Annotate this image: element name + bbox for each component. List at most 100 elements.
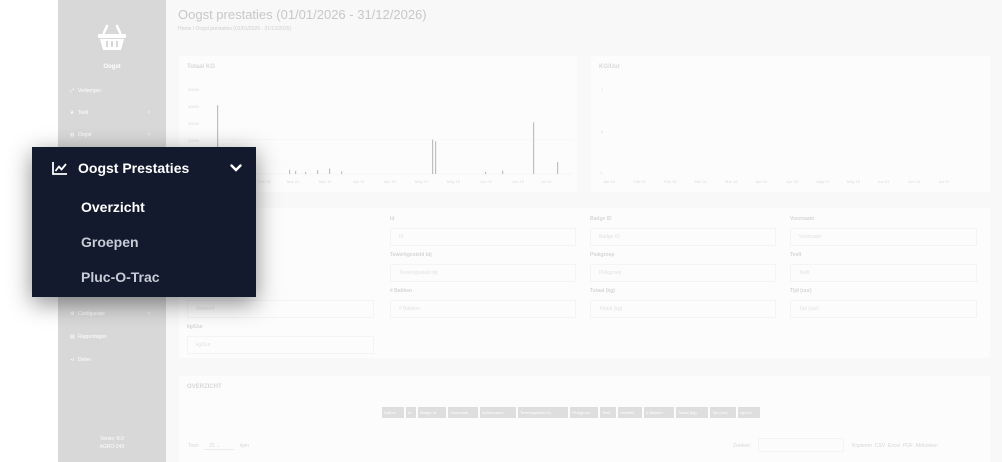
column-toggle-button[interactable]: Teelt [600, 407, 616, 418]
oogst-prestaties-popup-menu: Oogst Prestaties Overzicht Groepen Pluc-… [32, 147, 256, 297]
tijd-input[interactable]: Tijd (uur) [790, 300, 977, 318]
line-chart-icon [52, 162, 67, 175]
breadcrumb[interactable]: Home / Oogst prestaties (01/01/2026 - 31… [178, 26, 291, 32]
column-toggle-button[interactable]: Datum [382, 407, 404, 418]
bar [432, 139, 434, 174]
export-copy-button[interactable]: Kopieren [852, 443, 872, 449]
main-content: Oogst prestaties (01/01/2026 - 31/12/202… [166, 0, 1002, 462]
badge-input[interactable]: Badge ID [590, 228, 776, 246]
gear-icon: ⚙ [70, 311, 75, 317]
bar [317, 170, 319, 174]
page-size-select[interactable]: 25 ⌄ [204, 443, 235, 450]
column-toggle-button[interactable]: Achternaam [480, 407, 516, 418]
x-tick: Jun 01 [480, 179, 493, 184]
export-excel-button[interactable]: Excel [888, 443, 900, 449]
version-info: Versie: 8.0 AGRO-240 [58, 435, 166, 451]
teelt-label: Teelt [790, 252, 802, 258]
bar [502, 170, 504, 174]
chevron-left-icon: ‹ [148, 311, 150, 317]
sidebar-item-configuratie[interactable]: ⚙ Configuratie ‹ [70, 311, 160, 317]
sidebar-app-name: Oogst [103, 64, 121, 70]
x-tick: May 16 [847, 179, 861, 184]
bakken-input[interactable]: # Bakken [390, 300, 576, 318]
column-toggle-button[interactable]: Totaal (kg) [676, 407, 708, 418]
x-tick: Jun 16 [908, 179, 921, 184]
column-toggle-button[interactable]: Tijd (uur) [710, 407, 736, 418]
x-tick: May 01 [415, 179, 429, 184]
bar [435, 141, 437, 174]
column-toggle-button[interactable]: kg/Uur [738, 407, 760, 418]
sidebar-item-delen[interactable]: ⋖ Delen [70, 357, 160, 363]
export-print-button[interactable]: Afdrukken [915, 443, 938, 449]
page-title: Oogst prestaties (01/01/2026 - 31/12/202… [178, 7, 427, 22]
x-tick: Apr 01 [353, 179, 365, 184]
version-line: Versie: 8.0 [100, 436, 124, 442]
varieteit-input[interactable]: Varieteit [187, 300, 374, 318]
bar [533, 122, 535, 174]
voornaam-input[interactable]: Voornaam [790, 228, 977, 246]
kguur-input[interactable]: kg/Uur [187, 336, 374, 354]
sidebar-item-rapportages[interactable]: ▤ Rapportages [70, 334, 160, 340]
popup-title: Oogst Prestaties [78, 160, 190, 176]
search-label: Zoeken: [733, 443, 752, 449]
bar [305, 171, 307, 174]
x-tick: Apr 16 [786, 179, 798, 184]
popup-item-groepen[interactable]: Groepen [81, 234, 139, 250]
plukgroep-input[interactable]: Plukgroep [590, 264, 776, 282]
y-tick: 0 [601, 129, 604, 134]
bar [329, 168, 331, 174]
overview-title: OVERZICHT [187, 384, 222, 390]
share-icon: ⋖ [70, 357, 75, 363]
chevron-down-icon: ⌄ [216, 443, 221, 449]
popup-item-overzicht[interactable]: Overzicht [81, 199, 145, 215]
x-tick: Feb 15 [258, 179, 271, 184]
x-tick: Jul 01 [541, 179, 552, 184]
overview-card: OVERZICHT [179, 376, 990, 462]
sidebar-item-verbergen[interactable]: ⤢ Verbergen [70, 88, 160, 94]
tijd-label: Tijd (uur) [790, 288, 812, 294]
basket-icon: ◍ [70, 132, 75, 138]
export-csv-button[interactable]: CSV [875, 443, 885, 449]
bar [289, 169, 291, 174]
rijen-label: rijen [239, 443, 250, 449]
column-toggle-button[interactable]: Tewerkgesteld bij [518, 407, 568, 418]
page-size-control[interactable]: Toon 25 ⌄ rijen [188, 443, 249, 450]
x-tick: Feb 16 [664, 179, 677, 184]
export-buttons: Kopieren CSV Excel PDF Afdrukken [852, 443, 938, 449]
id-input[interactable]: Id [390, 228, 576, 246]
chevron-left-icon: ‹ [148, 132, 150, 138]
column-toggle-button[interactable]: Varieteit [618, 407, 642, 418]
badge-label: Badge ID [590, 216, 612, 222]
column-toggle-button[interactable]: Voornaam [448, 407, 478, 418]
basket-logo-icon [98, 24, 126, 50]
totaal-label: Totaal (kg) [590, 288, 615, 294]
bar [485, 171, 487, 174]
x-tick: Jun 01 [877, 179, 890, 184]
x-tick: May 16 [447, 179, 461, 184]
column-toggle-button[interactable]: Plukgroep [570, 407, 598, 418]
column-toggle-button[interactable]: Badge Id [418, 407, 446, 418]
chart-title: KG/Uur [599, 64, 620, 70]
popup-header[interactable]: Oogst Prestaties [52, 157, 242, 179]
filter-card: Id Id Badge ID Badge ID Voornaam Voornaa… [179, 208, 990, 358]
totaal-input[interactable]: Totaal (kg) [590, 300, 776, 318]
teelt-input[interactable]: Teelt [790, 264, 977, 282]
search-input[interactable] [758, 438, 844, 452]
sidebar-item-teelt[interactable]: ❦ Teelt ‹ [70, 110, 160, 116]
popup-item-pluc-o-trac[interactable]: Pluc-O-Trac [81, 269, 160, 285]
chart-card-kg-uur: KG/Uur 1 0 -1 Jan 16 Feb 01 Feb 16 Mar 01 Ma… [591, 56, 990, 192]
sidebar-item-label: Teelt [78, 110, 89, 116]
x-tick: Jun 16 [512, 179, 525, 184]
sidebar-item-oogst[interactable]: ◍ Oogst ‹ [70, 132, 160, 138]
y-tick: 30000 [188, 121, 200, 126]
tewerk-input[interactable]: Tewerkgesteld bij [390, 264, 576, 282]
chevron-left-icon: ‹ [148, 110, 150, 116]
export-pdf-button[interactable]: PDF [903, 443, 913, 449]
column-toggle-button[interactable]: Id [406, 407, 416, 418]
leaf-icon: ❦ [70, 110, 75, 116]
build-line: AGRO-240 [99, 444, 125, 450]
y-tick: 20000 [188, 138, 200, 143]
x-tick: Mar 01 [694, 179, 707, 184]
column-toggle-button[interactable]: # Bakken [644, 407, 674, 418]
sidebar-item-label: Verbergen [78, 88, 102, 94]
